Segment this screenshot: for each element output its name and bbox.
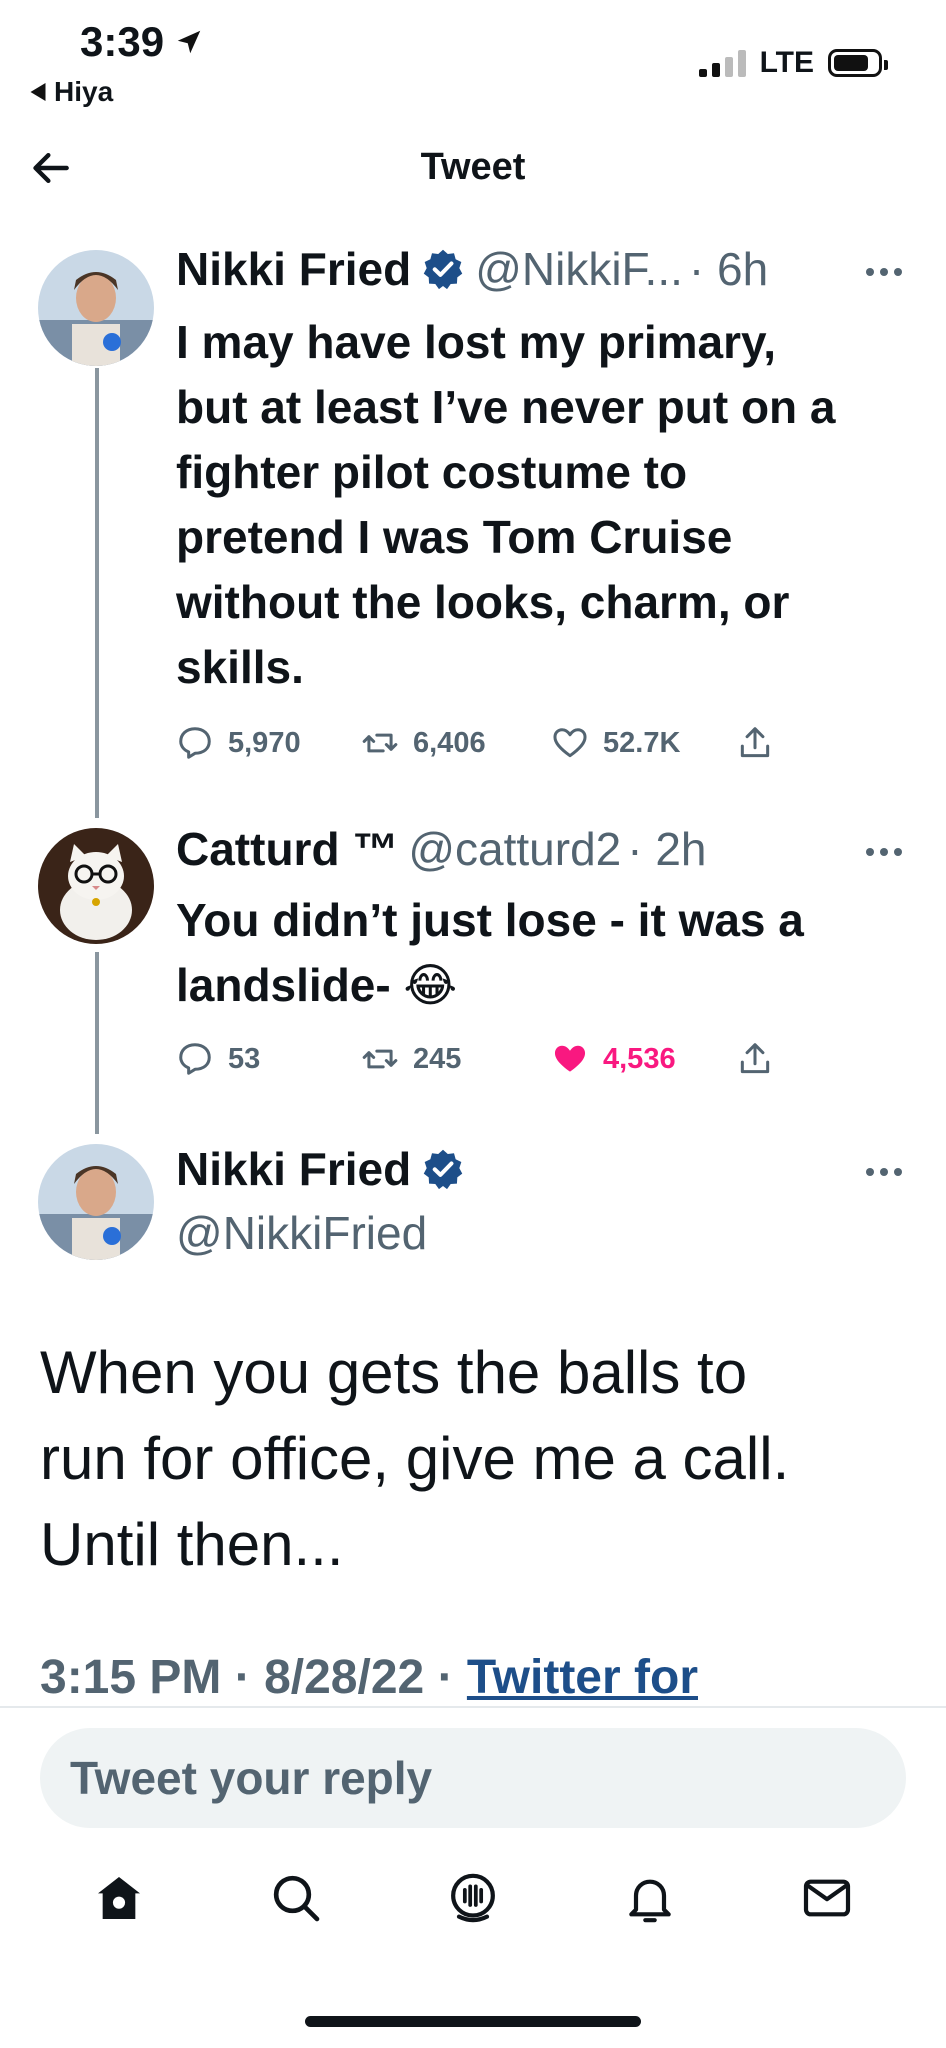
heart-filled-icon: [554, 1045, 586, 1072]
verified-badge-icon: [423, 249, 463, 290]
retweet-button[interactable]: 245: [361, 1040, 551, 1078]
avatar[interactable]: [38, 1144, 154, 1260]
tweet-handle-row: @NikkiFried: [176, 1206, 427, 1260]
back-arrow-icon[interactable]: [30, 146, 74, 190]
share-icon: [740, 1043, 770, 1074]
more-options-icon[interactable]: [866, 1166, 902, 1178]
like-button[interactable]: 4,536: [551, 1040, 736, 1078]
retweet-button[interactable]: 6,406: [361, 724, 551, 762]
tweet-timestamp: 3:15 PM · 8/28/22 · Twitter for: [40, 1651, 698, 1704]
share-button[interactable]: [736, 724, 774, 762]
tweet-time: · 2h: [627, 823, 707, 875]
reply-icon: [179, 1043, 211, 1075]
tweet-text: You didn’t just lose - it was a landslid…: [176, 894, 804, 1011]
search-icon[interactable]: [268, 1870, 324, 1926]
thread-line: [95, 368, 99, 818]
signal-icon: [698, 49, 746, 77]
spaces-icon[interactable]: [445, 1870, 501, 1926]
thread-line: [95, 952, 99, 1134]
battery-icon: [828, 49, 888, 77]
tweet-header: Catturd ™ @catturd2 · 2h: [176, 822, 707, 876]
author-handle[interactable]: @catturd2: [408, 822, 621, 876]
author-name[interactable]: Nikki Fried: [176, 1142, 411, 1196]
tweet-header: Nikki Fried: [176, 1142, 465, 1196]
back-to-app-link[interactable]: Hiya: [30, 76, 113, 108]
like-button[interactable]: 52.7K: [551, 724, 736, 762]
messages-icon[interactable]: [799, 1870, 855, 1926]
avatar[interactable]: [38, 250, 154, 366]
more-options-icon[interactable]: [866, 846, 902, 858]
avatar[interactable]: [38, 828, 154, 944]
reply-icon: [179, 727, 211, 759]
reply-button[interactable]: 5,970: [176, 724, 361, 762]
network-label: LTE: [759, 46, 814, 79]
page-title: Tweet: [420, 146, 526, 188]
location-arrow-icon: [177, 30, 201, 54]
tweet-actions: 53 245 4,536: [176, 1040, 774, 1078]
tweet-source-link[interactable]: Twitter for: [467, 1651, 698, 1704]
author-name[interactable]: Nikki Fried: [176, 242, 411, 296]
tweet-time: · 6h: [688, 243, 769, 295]
retweet-icon: [362, 733, 398, 753]
share-button[interactable]: [736, 1040, 774, 1078]
home-icon[interactable]: [91, 1870, 147, 1926]
reply-button[interactable]: 53: [176, 1040, 361, 1078]
reply-placeholder: Tweet your reply: [70, 1752, 433, 1804]
verified-badge-icon: [423, 1149, 463, 1190]
share-icon: [740, 727, 770, 758]
author-handle[interactable]: @NikkiF...: [475, 242, 683, 296]
divider: [0, 1706, 946, 1708]
author-name[interactable]: Catturd ™: [176, 822, 398, 876]
bottom-tab-bar: [0, 1870, 946, 1926]
status-time: 3:39: [80, 18, 204, 66]
back-triangle-icon: [30, 83, 46, 101]
tweet-actions: 5,970 6,406 52.7K: [176, 724, 774, 762]
retweet-icon: [362, 1049, 398, 1069]
author-handle[interactable]: @NikkiFried: [176, 1206, 427, 1260]
tweet-text: I may have lost my primary, but at least…: [176, 316, 836, 693]
tweet-header: Nikki Fried @NikkiF... · 6h: [176, 242, 768, 296]
notifications-icon[interactable]: [622, 1870, 678, 1926]
reply-input[interactable]: Tweet your reply: [40, 1728, 906, 1828]
more-options-icon[interactable]: [866, 266, 902, 278]
status-indicators: LTE: [698, 46, 888, 80]
heart-icon: [553, 728, 587, 758]
main-tweet-text: When you gets the balls to run for offic…: [40, 1339, 790, 1578]
home-indicator[interactable]: [305, 2016, 641, 2027]
